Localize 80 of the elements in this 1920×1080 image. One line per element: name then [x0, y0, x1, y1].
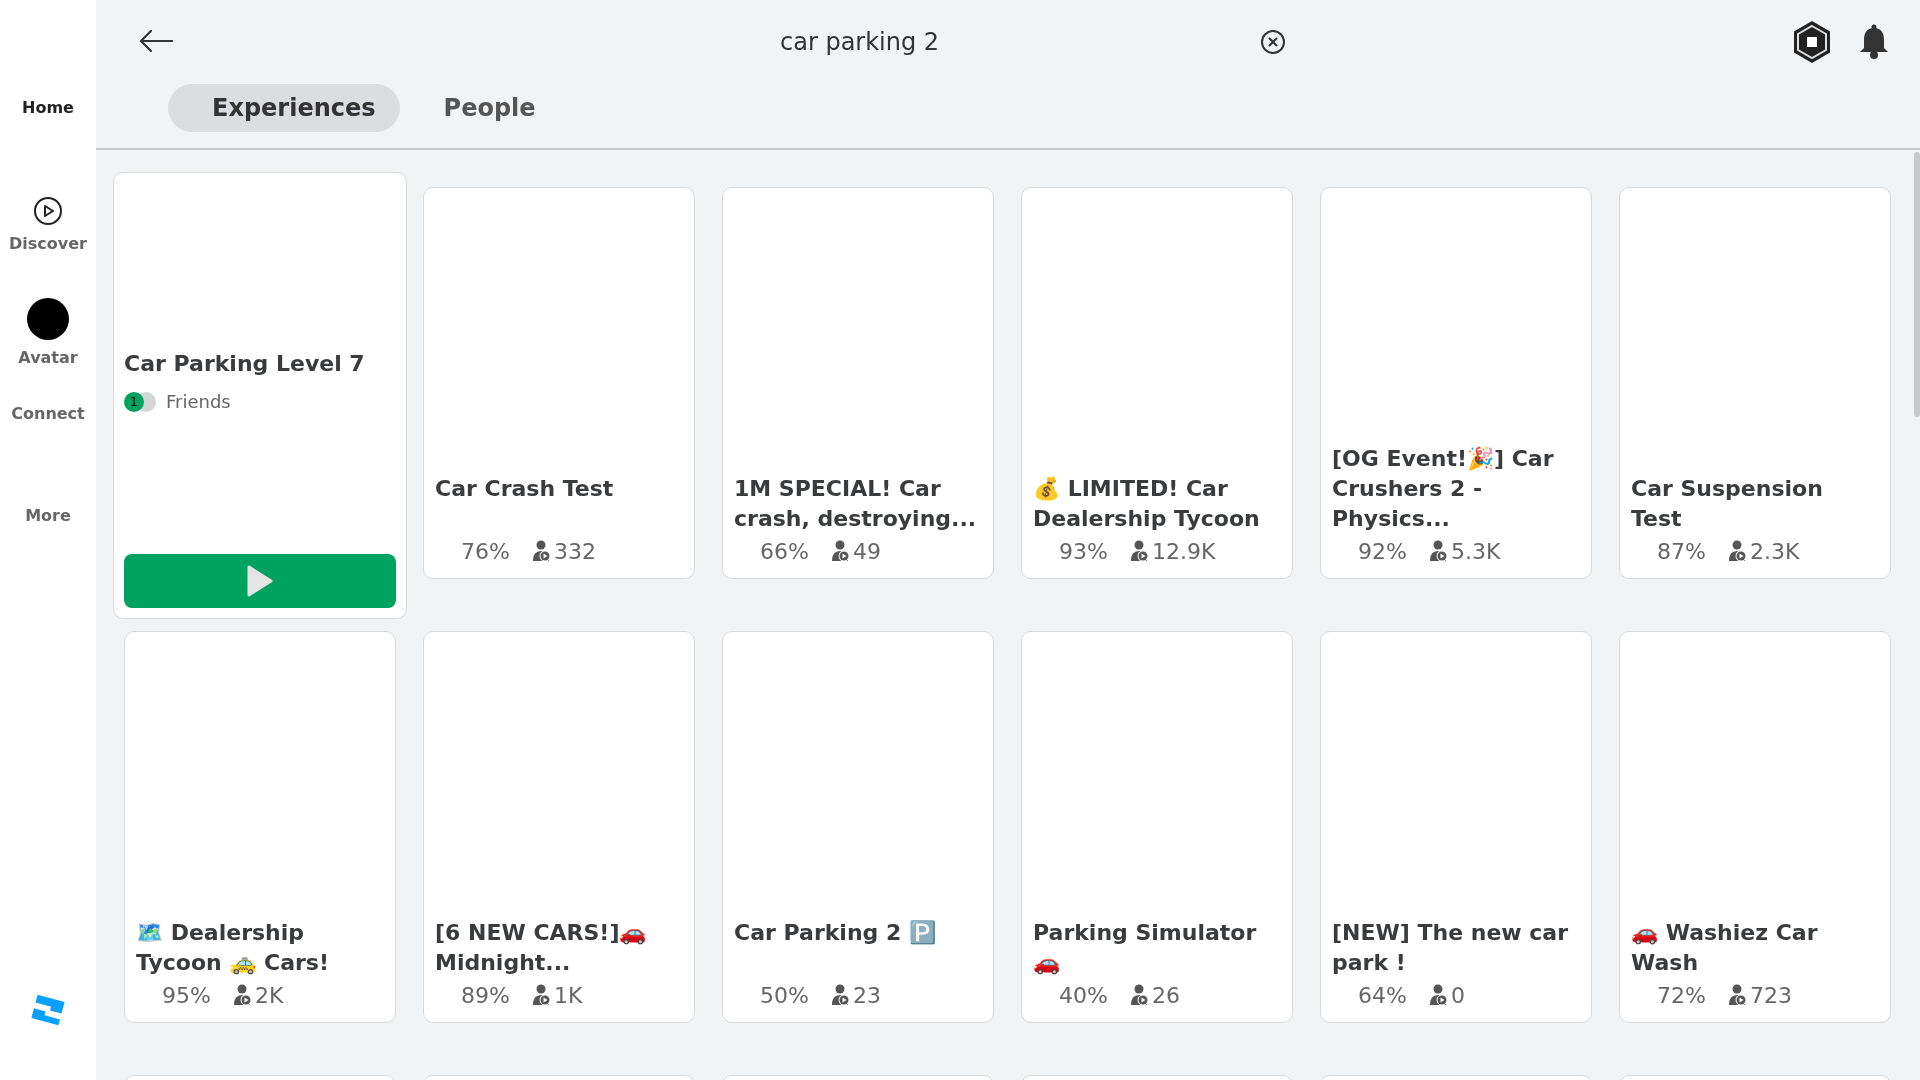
- play-icon: [247, 565, 273, 597]
- rating-text: 50%: [760, 982, 809, 1008]
- bell-icon: [1858, 24, 1890, 60]
- nav-item[interactable]: Home: [22, 86, 74, 188]
- logo-icon: [30, 992, 66, 1028]
- player-count: 1K: [553, 982, 583, 1008]
- nav-item[interactable]: More: [25, 494, 71, 596]
- nav-item[interactable]: Discover: [9, 188, 87, 290]
- game-title: Car Parking 2 🅿: [734, 919, 937, 947]
- rating-text: 64%: [1358, 982, 1407, 1008]
- game-card[interactable]: [OG Event!🎉] Car Crushers 2 - Physics... 92% 5.3K: [1320, 187, 1592, 579]
- player-count: 2.3K: [1749, 538, 1800, 564]
- game-card[interactable]: 🗺 Dealership Tycoon 🚕 Cars! 95% 2K: [124, 631, 396, 1023]
- nav-item[interactable]: Avatar: [18, 290, 78, 392]
- notifications-button[interactable]: [1858, 24, 1890, 60]
- player-count-icon: [232, 984, 253, 1006]
- player-count-icon: [531, 984, 552, 1006]
- game-card[interactable]: Car Suspension Test 87% 2.3K: [1619, 187, 1891, 579]
- tab[interactable]: Experiences: [168, 84, 400, 132]
- back-arrow-icon: [138, 28, 174, 53]
- player-count-icon: [531, 540, 552, 562]
- player-count-icon: [1428, 984, 1449, 1006]
- clear-search-button[interactable]: [1260, 29, 1286, 55]
- game-title: Parking Simulator 🚗: [1033, 919, 1258, 977]
- rating-text: 40%: [1059, 982, 1108, 1008]
- rating-text: 66%: [760, 538, 809, 564]
- player-count-icon: [1727, 540, 1748, 562]
- game-card[interactable]: 💰 LIMITED! Car Dealership Tycoon 93% 12.9K: [1021, 187, 1293, 579]
- player-count-icon: [1727, 984, 1748, 1006]
- player-count: 26: [1151, 982, 1180, 1008]
- game-card[interactable]: Car Parking Level 7 1 Friends: [113, 172, 407, 619]
- player-count: 12.9K: [1151, 538, 1216, 564]
- rating-text: 95%: [162, 982, 211, 1008]
- game-title: 1M SPECIAL! Car crash, destroying...: [734, 475, 978, 533]
- rating-text: 76%: [461, 538, 510, 564]
- player-count-icon: [1129, 540, 1150, 562]
- game-card[interactable]: 🚗 Washiez Car Wash 72% 723: [1619, 631, 1891, 1023]
- player-count: 49: [852, 538, 881, 564]
- rating-text: 89%: [461, 982, 510, 1008]
- player-count: 2K: [254, 982, 284, 1008]
- scrollbar[interactable]: [1914, 152, 1920, 417]
- game-card[interactable]: Car Parking 2 🅿 50% 23: [722, 631, 994, 1023]
- nav-item[interactable]: Connect: [11, 392, 85, 494]
- player-count: 23: [852, 982, 881, 1008]
- avatar-icon: [27, 298, 69, 340]
- rating-text: 72%: [1657, 982, 1706, 1008]
- player-count-icon: [830, 984, 851, 1006]
- hexagon-icon: [1792, 20, 1832, 64]
- game-card[interactable]: [6 NEW CARS!]🚗Midnight... 89% 1K: [423, 631, 695, 1023]
- rating-text: 92%: [1358, 538, 1407, 564]
- game-title: 🚗 Washiez Car Wash: [1631, 919, 1819, 977]
- game-title: Car Parking Level 7: [124, 350, 366, 378]
- play-circle-icon: [33, 196, 63, 226]
- rating-text: 87%: [1657, 538, 1706, 564]
- player-count: 5.3K: [1450, 538, 1501, 564]
- game-card[interactable]: Car Crash Test 76% 332: [423, 187, 695, 579]
- game-title: 🗺 Dealership Tycoon 🚕 Cars!: [136, 919, 330, 977]
- player-count: 723: [1749, 982, 1792, 1008]
- game-card[interactable]: Parking Simulator 🚗 40% 26: [1021, 631, 1293, 1023]
- game-title: 💰 LIMITED! Car Dealership Tycoon: [1033, 475, 1261, 533]
- game-title: [6 NEW CARS!]🚗Midnight...: [435, 919, 648, 977]
- game-card[interactable]: 1M SPECIAL! Car crash, destroying... 66% 49: [722, 187, 994, 579]
- search-field[interactable]: car parking 2: [780, 28, 1200, 56]
- game-card[interactable]: [NEW] The new car park ! 64% 0: [1320, 631, 1592, 1023]
- game-title: [NEW] The new car park !: [1332, 919, 1570, 977]
- friends-label: Friends: [166, 391, 231, 412]
- player-count-icon: [1129, 984, 1150, 1006]
- close-icon: [1260, 29, 1286, 55]
- currency-button[interactable]: [1792, 20, 1832, 64]
- player-count-icon: [830, 540, 851, 562]
- player-count-icon: [1428, 540, 1449, 562]
- rating-text: 93%: [1059, 538, 1108, 564]
- player-count: 332: [553, 538, 596, 564]
- friend-count-badge: 1: [124, 391, 144, 412]
- game-title: Car Crash Test: [435, 475, 615, 503]
- game-title: Car Suspension Test: [1631, 475, 1824, 533]
- game-title: [OG Event!🎉] Car Crushers 2 - Physics...: [1332, 445, 1555, 533]
- play-button[interactable]: [124, 554, 396, 608]
- player-count: 0: [1450, 982, 1465, 1008]
- tab[interactable]: People: [419, 84, 560, 132]
